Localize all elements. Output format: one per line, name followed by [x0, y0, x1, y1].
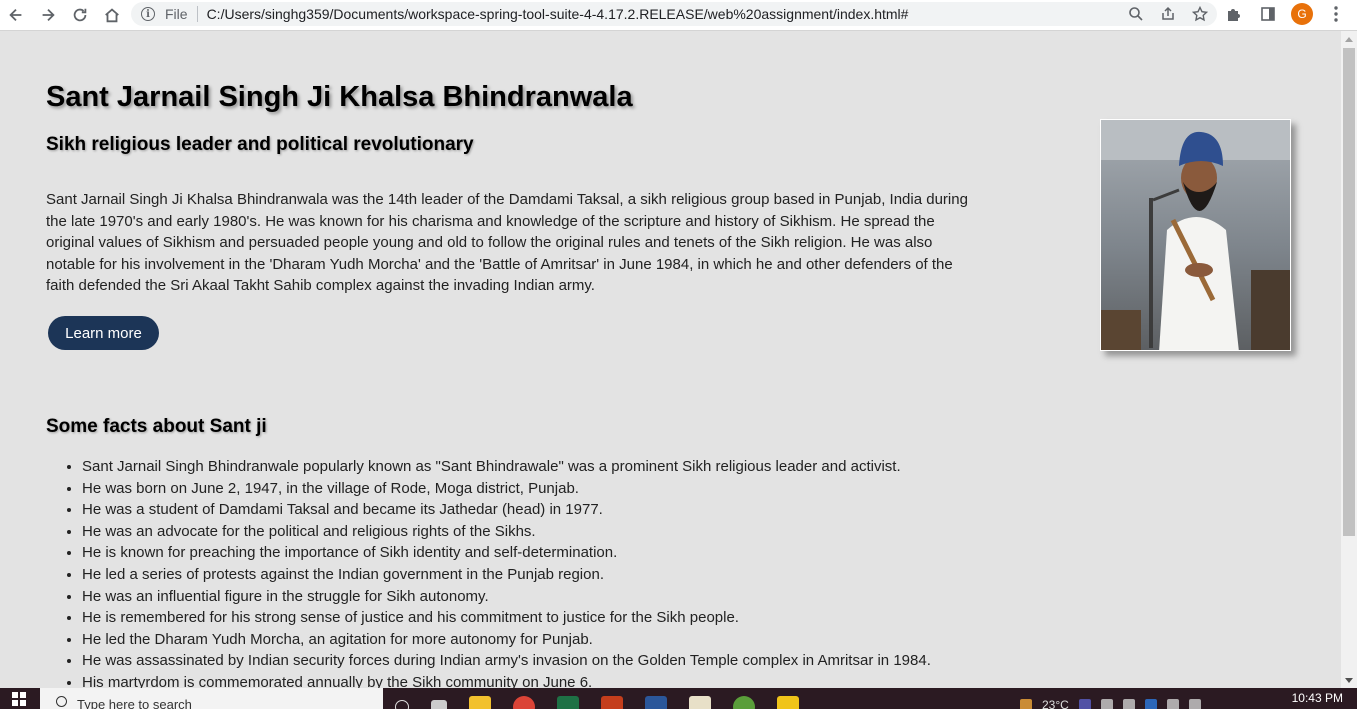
page-content: Sant Jarnail Singh Ji Khalsa Bhindranwal…: [0, 31, 1341, 688]
menu-kebab-icon[interactable]: [1325, 2, 1347, 26]
page-title: Sant Jarnail Singh Ji Khalsa Bhindranwal…: [46, 81, 633, 113]
fact-item: He is remembered for his strong sense of…: [82, 607, 931, 629]
bookmark-star-icon[interactable]: [1191, 5, 1209, 23]
scrollbar-thumb[interactable]: [1343, 48, 1355, 536]
fact-item: He was an influential figure in the stru…: [82, 586, 931, 608]
forward-button[interactable]: [32, 1, 64, 29]
search-icon: [56, 696, 67, 707]
system-tray: 23°C: [1020, 688, 1201, 709]
excel-icon[interactable]: [557, 696, 579, 709]
side-panel-icon[interactable]: [1257, 2, 1279, 26]
os-taskbar: Type here to search 23°C 10:43 PM: [0, 688, 1357, 709]
url-text[interactable]: C:/Users/singhg359/Documents/workspace-s…: [207, 6, 909, 22]
divider: [196, 6, 198, 22]
taskbar-search-placeholder: Type here to search: [77, 697, 192, 709]
zoom-icon[interactable]: [1127, 5, 1145, 23]
teams-icon[interactable]: [1078, 698, 1091, 709]
fact-item: He is known for preaching the importance…: [82, 542, 931, 564]
taskbar-search[interactable]: Type here to search: [40, 688, 383, 709]
profile-avatar[interactable]: G: [1291, 3, 1313, 25]
network-icon[interactable]: [1166, 698, 1179, 709]
chevron-up-icon[interactable]: [1100, 698, 1113, 709]
fact-item: He led the Dharam Yudh Morcha, an agitat…: [82, 629, 931, 651]
extensions-puzzle-icon[interactable]: [1223, 2, 1245, 26]
file-explorer-icon[interactable]: [469, 696, 491, 709]
onedrive-icon[interactable]: [1122, 698, 1135, 709]
app-shield-icon[interactable]: [777, 696, 799, 709]
temperature-readout: 23°C: [1042, 697, 1069, 709]
page-subtitle: Sikh religious leader and political revo…: [46, 134, 474, 155]
scroll-down-arrow-icon[interactable]: [1345, 678, 1353, 683]
fact-item: Sant Jarnail Singh Bhindranwale popularl…: [82, 456, 931, 478]
fact-item: He led a series of protests against the …: [82, 564, 931, 586]
browser-toolbar: i File C:/Users/singhg359/Documents/work…: [0, 0, 1357, 31]
powerpoint-icon[interactable]: [601, 696, 623, 709]
cortana-icon[interactable]: [395, 700, 409, 709]
reload-button[interactable]: [64, 1, 96, 29]
notepad-icon[interactable]: [689, 696, 711, 709]
taskbar-apps: [395, 690, 799, 709]
url-scheme: File: [165, 6, 188, 22]
intro-paragraph: Sant Jarnail Singh Ji Khalsa Bhindranwal…: [46, 191, 968, 295]
task-view-icon[interactable]: [431, 700, 447, 709]
fact-item: He was assassinated by Indian security f…: [82, 650, 931, 672]
weather-icon[interactable]: [1020, 698, 1032, 709]
facts-list: Sant Jarnail Singh Bhindranwale popularl…: [82, 456, 931, 688]
word-icon[interactable]: [645, 696, 667, 709]
scroll-up-arrow-icon[interactable]: [1345, 37, 1353, 42]
taskbar-clock[interactable]: 10:43 PM: [1292, 691, 1343, 705]
back-button[interactable]: [0, 1, 32, 29]
address-bar[interactable]: i File C:/Users/singhg359/Documents/work…: [131, 2, 1217, 26]
fact-item: He was born on June 2, 1947, in the vill…: [82, 478, 931, 500]
spring-tool-suite-icon[interactable]: [733, 696, 755, 709]
back-arrow-icon: [9, 8, 22, 22]
fact-item: He was an advocate for the political and…: [82, 521, 931, 543]
forward-arrow-icon: [42, 8, 55, 22]
share-icon[interactable]: [1159, 5, 1177, 23]
bluetooth-icon[interactable]: [1144, 698, 1157, 709]
learn-more-button[interactable]: Learn more: [48, 316, 159, 350]
reload-icon: [73, 8, 87, 22]
home-icon: [105, 8, 119, 23]
portrait-photo: [1100, 119, 1291, 351]
fact-item: He was a student of Damdami Taksal and b…: [82, 499, 931, 521]
home-button[interactable]: [96, 1, 128, 29]
chrome-icon[interactable]: [513, 696, 535, 709]
vertical-scrollbar[interactable]: [1341, 31, 1357, 688]
info-icon[interactable]: i: [141, 7, 155, 21]
windows-logo-icon: [12, 691, 26, 706]
facts-heading: Some facts about Sant ji: [46, 416, 267, 437]
volume-icon[interactable]: [1188, 698, 1201, 709]
start-button[interactable]: [0, 688, 38, 709]
fact-item: His martyrdom is commemorated annually b…: [82, 672, 931, 688]
